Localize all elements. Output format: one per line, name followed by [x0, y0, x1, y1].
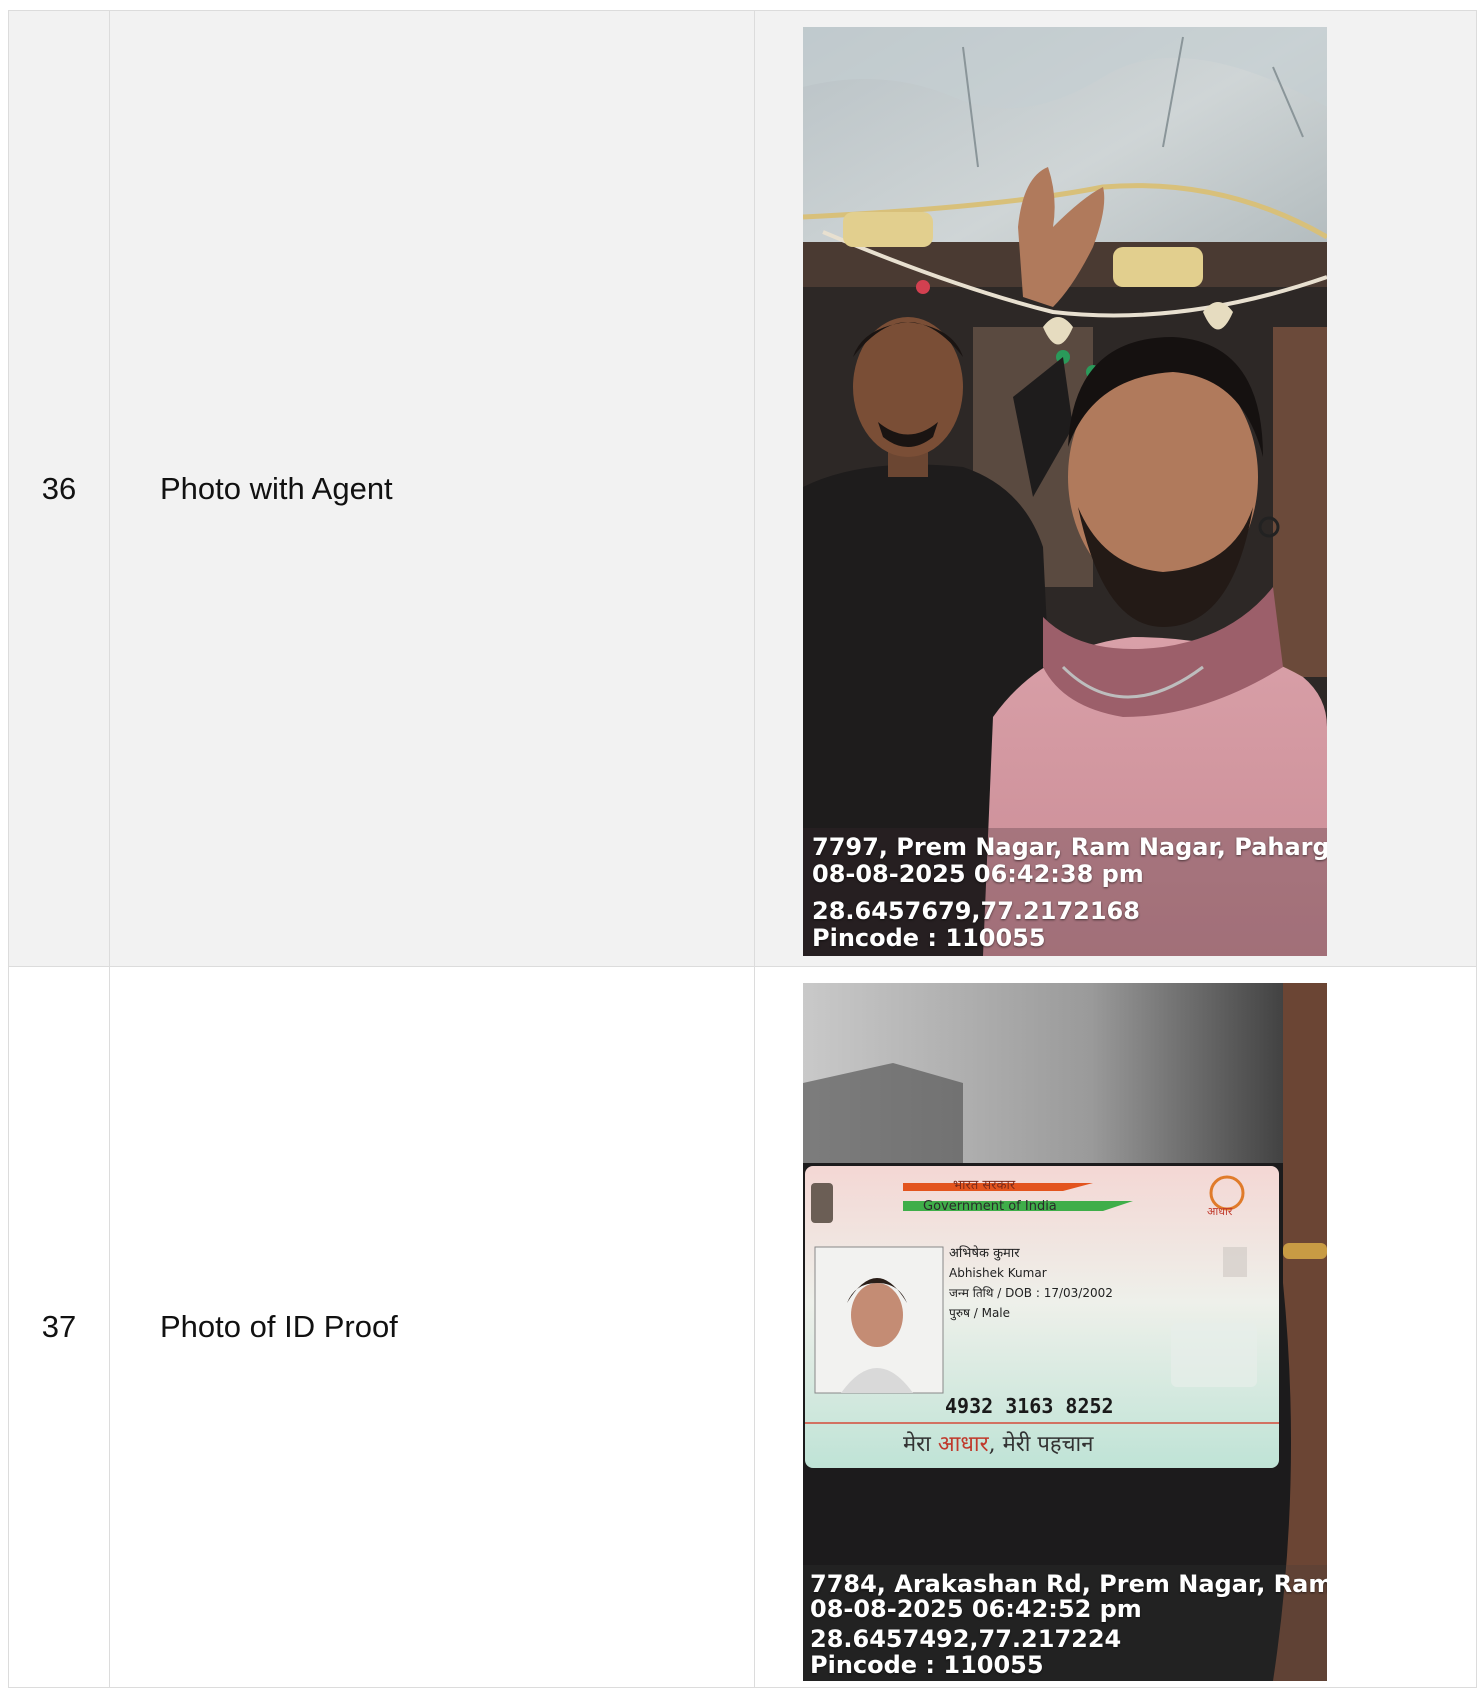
- photo-coordinates: 28.6457492,77.217224: [810, 1625, 1122, 1653]
- card-name-hindi: अभिषेक कुमार: [949, 1245, 1020, 1261]
- selfie-image: [803, 27, 1327, 956]
- card-gender: पुरुष / Male: [949, 1306, 1010, 1321]
- row-label: Photo of ID Proof: [109, 966, 755, 1688]
- photo-cell: भारत सरकार Government of India आधार अभिष…: [754, 966, 1477, 1688]
- row-number: 36: [8, 10, 110, 967]
- geo-stamp-overlay: 7784, Arakashan Rd, Prem Nagar, Ram ... …: [803, 1565, 1327, 1681]
- agent-selfie-photo[interactable]: 7797, Prem Nagar, Ram Nagar, Paharganj, …: [803, 27, 1327, 956]
- photo-address: 7797, Prem Nagar, Ram Nagar, Paharganj, …: [812, 833, 1327, 861]
- card-number: 4932 3163 8252: [945, 1394, 1114, 1418]
- table-row: 36 Photo with Agent 7797, Prem Nagar, Ra…: [8, 10, 1477, 967]
- report-table: 36 Photo with Agent 7797, Prem Nagar, Ra…: [8, 10, 1477, 1688]
- geo-stamp-overlay: 7797, Prem Nagar, Ram Nagar, Paharganj, …: [803, 828, 1327, 956]
- photo-datetime: 08-08-2025 06:42:52 pm: [810, 1595, 1142, 1623]
- card-header-english: Government of India: [923, 1199, 1057, 1214]
- row-label: Photo with Agent: [109, 10, 755, 967]
- card-name-english: Abhishek Kumar: [949, 1266, 1047, 1280]
- row-number: 37: [8, 966, 110, 1688]
- card-header-hindi: भारत सरकार: [953, 1178, 1016, 1193]
- card-dob: जन्म तिथि / DOB : 17/03/2002: [949, 1286, 1113, 1300]
- photo-coordinates: 28.6457679,77.2172168: [812, 897, 1140, 925]
- photo-cell: 7797, Prem Nagar, Ram Nagar, Paharganj, …: [754, 10, 1477, 967]
- photo-pincode: Pincode : 110055: [812, 924, 1046, 952]
- photo-datetime: 08-08-2025 06:42:38 pm: [812, 860, 1144, 888]
- photo-pincode: Pincode : 110055: [810, 1651, 1044, 1679]
- table-row: 37 Photo of ID Proof भारत सरकार Governme…: [8, 966, 1477, 1688]
- id-proof-photo[interactable]: भारत सरकार Government of India आधार अभिष…: [803, 983, 1327, 1681]
- photo-address: 7784, Arakashan Rd, Prem Nagar, Ram ...: [810, 1570, 1327, 1598]
- card-tagline: मेरा आधार, मेरी पहचान: [903, 1431, 1094, 1457]
- card-logo-text: आधार: [1207, 1205, 1233, 1218]
